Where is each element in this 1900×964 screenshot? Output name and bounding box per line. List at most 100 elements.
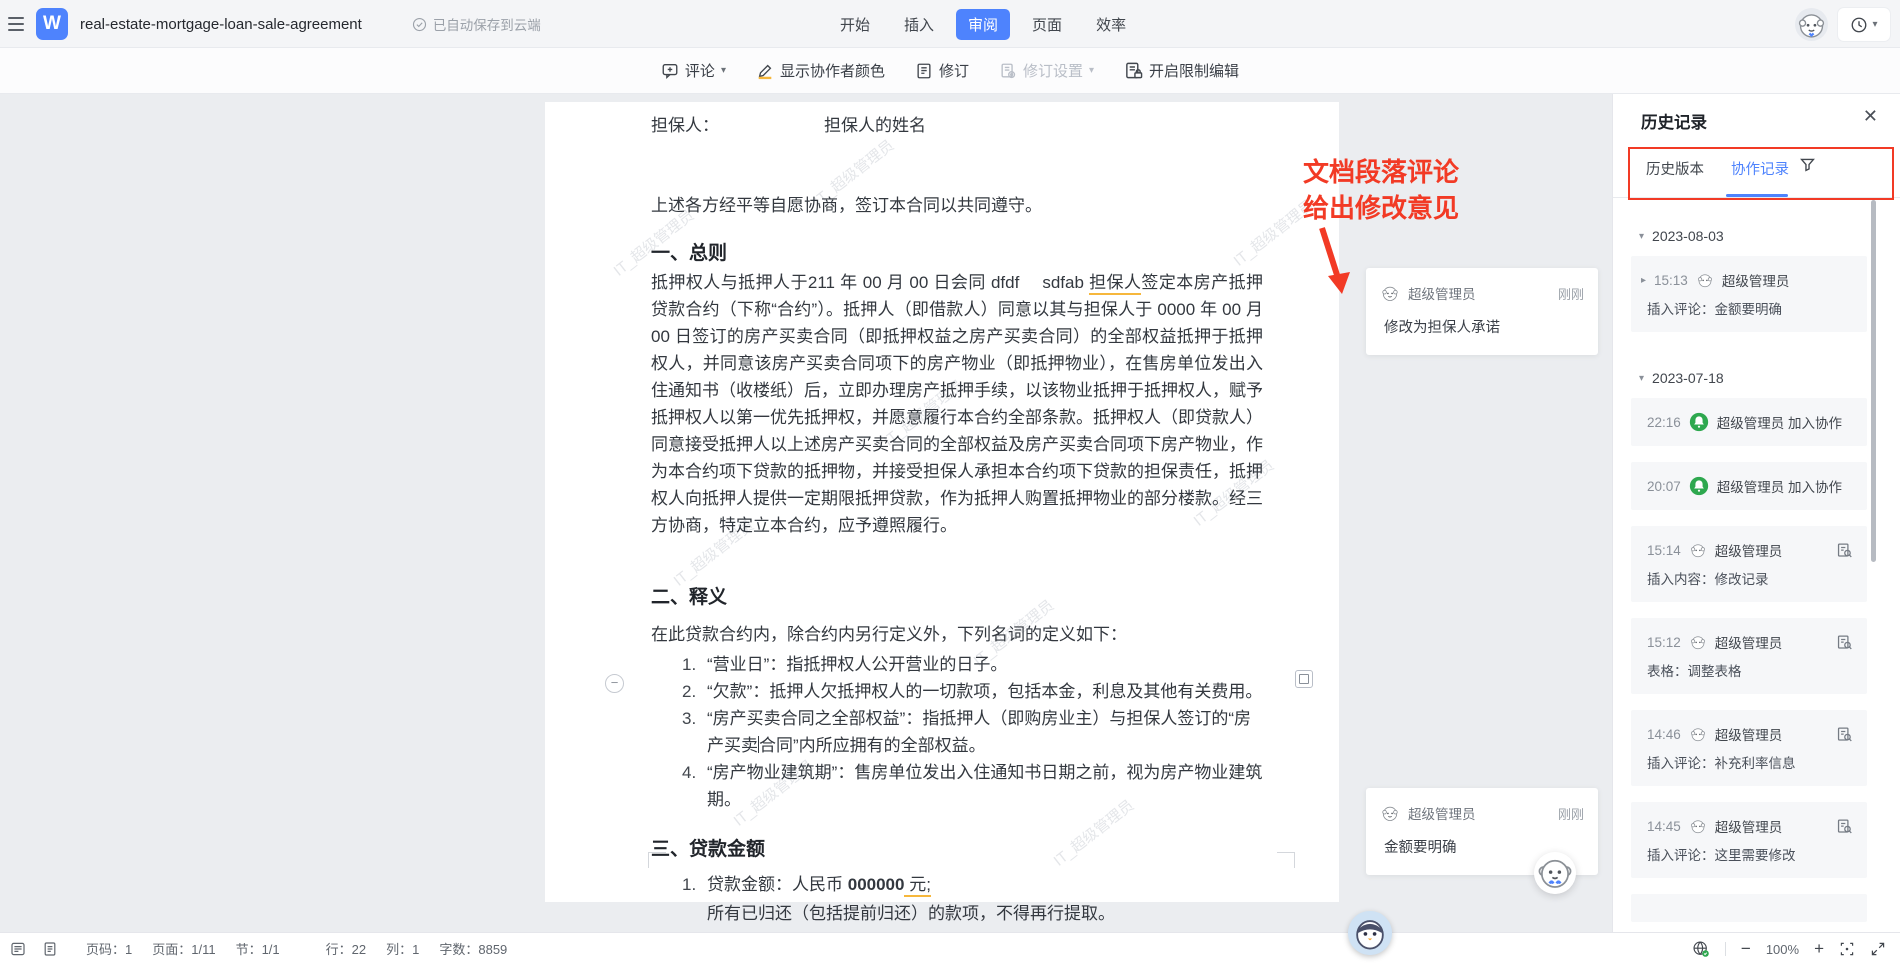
status-pages[interactable]: 页面：1/11 <box>152 939 215 958</box>
list-collapse-icon[interactable]: − <box>605 674 624 693</box>
section1-text: 抵押权人与抵押人于211 年 00 月 00 日会同 dfdf sdfab <box>651 273 1089 292</box>
translate-globe-icon[interactable] <box>1692 940 1710 958</box>
tab-review[interactable]: 审阅 <box>956 9 1010 40</box>
status-page-number[interactable]: 页码：1 <box>86 939 132 958</box>
preview-version-icon[interactable] <box>1836 818 1853 835</box>
list-number: 3. <box>651 705 707 759</box>
history-date: 2023-07-18 <box>1652 370 1724 386</box>
loan-note: 所有已归还（包括提前归还）的款项，不得再行提取。 <box>651 900 1263 927</box>
user-avatar-icon <box>1696 271 1714 289</box>
status-word-count[interactable]: 字数：8859 <box>439 939 507 958</box>
history-entry[interactable]: 14:46 超级管理员 插入评论：补充利率信息 <box>1631 710 1867 786</box>
definition-item: 1. “营业日”：指抵押权人公开营业的日子。 <box>651 651 1263 678</box>
fit-page-icon[interactable] <box>1839 941 1855 957</box>
comment-anchor-amount[interactable]: 元; <box>904 875 930 897</box>
outline-view-icon[interactable] <box>10 941 26 957</box>
section1-heading: 一、总则 <box>651 241 1263 267</box>
statusbar: 页码：1 页面：1/11 节：1/1 行：22 列：1 字数：8859 − 10… <box>0 932 1900 964</box>
history-entry-partial[interactable] <box>1631 894 1867 922</box>
chevron-down-icon: ▾ <box>721 65 726 76</box>
revision-settings-label: 修订设置 <box>1023 60 1083 81</box>
user-avatar[interactable] <box>1795 8 1828 41</box>
zoom-level[interactable]: 100% <box>1766 942 1799 957</box>
chevron-down-icon: ▾ <box>1639 373 1644 384</box>
show-collaborator-colors-button[interactable]: 显示协作者颜色 <box>756 60 885 81</box>
history-author: 超级管理员 <box>1715 540 1828 560</box>
comment-button[interactable]: 评论 ▾ <box>661 60 726 81</box>
margin-marker-icon[interactable] <box>1295 670 1313 688</box>
collaborator-avatar-icon <box>1534 852 1576 894</box>
chevron-right-icon[interactable]: ▸ <box>1641 275 1646 286</box>
history-avatar <box>1689 725 1707 743</box>
page-margin-mark <box>648 852 666 868</box>
history-detail: 插入评论：补充利率信息 <box>1647 752 1853 772</box>
restrict-editing-label: 开启限制编辑 <box>1149 60 1239 81</box>
hamburger-menu-icon[interactable] <box>8 17 24 31</box>
app-window: W real-estate-mortgage-loan-sale-agreeme… <box>0 0 1900 964</box>
restrict-editing-button[interactable]: 开启限制编辑 <box>1124 60 1239 81</box>
history-entry[interactable]: 14:45 超级管理员 插入评论：这里需要修改 <box>1631 802 1867 878</box>
page-view-icon[interactable] <box>42 941 58 957</box>
history-entry[interactable]: 15:14 超级管理员 插入内容：修改记录 <box>1631 526 1867 602</box>
definition-text: “房产买卖合同之全部权益”：指抵押人（即购房业主）与担保人签订的“房产买卖合同”… <box>707 705 1263 759</box>
list-number: 1. <box>651 651 707 678</box>
restrict-edit-lock-icon <box>1124 61 1143 80</box>
status-line: 行：22 <box>326 939 366 958</box>
divider <box>1725 942 1726 956</box>
autosave-label: 已自动保存到云端 <box>433 14 541 34</box>
tab-history-versions[interactable]: 历史版本 <box>1646 158 1704 179</box>
revision-settings-icon <box>999 62 1017 80</box>
definition-text: “欠款”：抵押人欠抵押权人的一切款项，包括本金，利息及其他有关费用。 <box>707 678 1263 705</box>
cloud-check-icon <box>412 17 427 32</box>
close-icon[interactable]: ✕ <box>1863 106 1878 127</box>
history-date-group[interactable]: ▾ 2023-08-03 <box>1639 228 1867 244</box>
tab-efficiency[interactable]: 效率 <box>1084 9 1138 40</box>
section2-heading: 二、释义 <box>651 585 1263 611</box>
history-time: 14:45 <box>1647 819 1681 834</box>
tab-start[interactable]: 开始 <box>828 9 882 40</box>
history-entry[interactable]: 22:16 超级管理员 加入协作 <box>1631 398 1867 446</box>
assistant-avatar[interactable] <box>1348 911 1392 955</box>
loan-amount-line: 1. 贷款金额：人民币 000000 元; <box>651 871 1263 898</box>
user-avatar-icon <box>1689 541 1707 559</box>
definition-item: 4. “房产物业建筑期”：售房单位发出入住通知书日期之前，视为房产物业建筑期。 <box>651 759 1263 813</box>
history-date-group[interactable]: ▾ 2023-07-18 <box>1639 370 1867 386</box>
commenter-avatar <box>1380 803 1400 823</box>
history-list: ▾ 2023-08-03 ▸ 15:13 超级管理员 插入评论：金额要明确 ▾ … <box>1613 198 1900 922</box>
revise-button[interactable]: 修订 <box>915 60 969 81</box>
zoom-in-button[interactable]: + <box>1814 939 1824 959</box>
tab-insert[interactable]: 插入 <box>892 9 946 40</box>
comment-icon <box>661 62 679 80</box>
history-entry[interactable]: ▸ 15:13 超级管理员 插入评论：金额要明确 <box>1631 256 1867 332</box>
comment-card[interactable]: 超级管理员 刚刚 修改为担保人承诺 <box>1366 268 1598 355</box>
history-author: 超级管理员 <box>1722 270 1853 290</box>
active-tab-underline <box>1726 194 1788 197</box>
history-time: 15:14 <box>1647 543 1681 558</box>
tab-collaboration-records[interactable]: 协作记录 <box>1731 158 1789 179</box>
filter-icon[interactable] <box>1799 156 1816 178</box>
highlight-pen-icon <box>756 62 774 80</box>
history-entry[interactable]: 15:12 超级管理员 表格：调整表格 <box>1631 618 1867 694</box>
collaborator-avatar[interactable] <box>1534 852 1576 894</box>
zoom-out-button[interactable]: − <box>1741 939 1751 959</box>
history-time: 15:13 <box>1654 273 1688 288</box>
status-section[interactable]: 节：1/1 <box>236 939 280 958</box>
comment-anchor-guarantor[interactable]: 担保人 <box>1089 273 1141 295</box>
section3-heading: 三、贷款金额 <box>651 837 1263 863</box>
preview-version-icon[interactable] <box>1836 726 1853 743</box>
tab-page[interactable]: 页面 <box>1020 9 1074 40</box>
document-body[interactable]: 担保人： 担保人的姓名 上述各方经平等自愿协商，签订本合同以共同遵守。 一、总则… <box>545 102 1339 927</box>
app-logo[interactable]: W <box>36 8 68 40</box>
history-entry[interactable]: 20:07 超级管理员 加入协作 <box>1631 462 1867 510</box>
preview-version-icon[interactable] <box>1836 542 1853 559</box>
preview-version-icon[interactable] <box>1836 634 1853 651</box>
pledge-line: 上述各方经平等自愿协商，签订本合同以共同遵守。 <box>651 192 1263 219</box>
panel-scrollbar[interactable] <box>1871 200 1876 562</box>
user-avatar-icon <box>1380 283 1400 303</box>
history-panel: 历史记录 ✕ 历史版本 协作记录 ▾ 2023-08-03 ▸ 15:13 <box>1612 94 1900 932</box>
join-collaboration-icon <box>1689 412 1709 432</box>
document-page[interactable]: IT_超级管理员 IT_超级管理员 IT_超级管理员 IT_超级管理员 IT_超… <box>545 102 1339 902</box>
fullscreen-icon[interactable] <box>1870 941 1886 957</box>
history-button[interactable]: ▾ <box>1838 8 1890 41</box>
section1-body: 抵押权人与抵押人于211 年 00 月 00 日会同 dfdf sdfab 担保… <box>651 269 1263 539</box>
